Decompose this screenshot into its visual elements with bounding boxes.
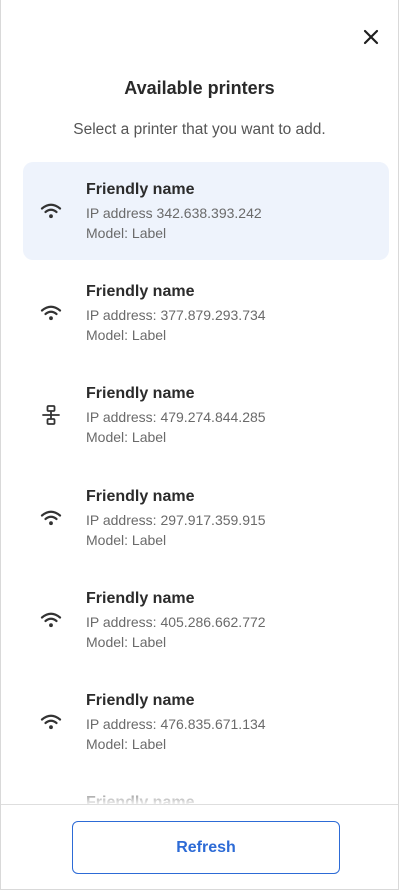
network-icon bbox=[40, 404, 62, 426]
printer-item[interactable]: Friendly name IP address: 479.274.844.28… bbox=[23, 366, 389, 464]
footer-divider bbox=[1, 804, 398, 805]
printer-ip: IP address 342.638.393.242 bbox=[86, 205, 262, 221]
printer-name: Friendly name bbox=[86, 590, 195, 607]
wifi-icon bbox=[40, 507, 62, 529]
printer-name: Friendly name bbox=[86, 283, 195, 300]
printer-model: Model: Label bbox=[86, 532, 167, 548]
available-printers-dialog: Available printers Select a printer that… bbox=[0, 0, 399, 890]
printer-item[interactable]: Friendly name IP address: 405.286.662.77… bbox=[23, 571, 389, 669]
close-icon bbox=[363, 29, 379, 45]
printer-name: Friendly name bbox=[86, 794, 195, 804]
printer-ip: IP address: 377.879.293.734 bbox=[86, 307, 266, 323]
printer-list[interactable]: Friendly name IP address 342.638.393.242… bbox=[1, 162, 398, 804]
printer-model: Model: Label bbox=[86, 634, 167, 650]
printer-item[interactable]: Friendly name bbox=[23, 775, 389, 804]
printer-name: Friendly name bbox=[86, 385, 195, 402]
printer-ip: IP address: 405.286.662.772 bbox=[86, 614, 266, 630]
close-button[interactable] bbox=[360, 26, 382, 48]
printer-name: Friendly name bbox=[86, 692, 195, 709]
printer-item[interactable]: Friendly name IP address: 476.835.671.13… bbox=[23, 673, 389, 771]
printer-name: Friendly name bbox=[86, 181, 195, 198]
printer-ip: IP address: 476.835.671.134 bbox=[86, 716, 266, 732]
printer-model: Model: Label bbox=[86, 327, 167, 343]
printer-item[interactable]: Friendly name IP address: 297.917.359.91… bbox=[23, 469, 389, 567]
wifi-icon bbox=[40, 711, 62, 733]
refresh-button[interactable]: Refresh bbox=[72, 821, 340, 874]
printer-item[interactable]: Friendly name IP address: 377.879.293.73… bbox=[23, 264, 389, 362]
printer-item[interactable]: Friendly name IP address 342.638.393.242… bbox=[23, 162, 389, 260]
wifi-icon bbox=[40, 200, 62, 222]
printer-model: Model: Label bbox=[86, 225, 167, 241]
printer-model: Model: Label bbox=[86, 736, 167, 752]
dialog-subtitle: Select a printer that you want to add. bbox=[73, 121, 326, 138]
printer-name: Friendly name bbox=[86, 488, 195, 505]
printer-model: Model: Label bbox=[86, 429, 167, 445]
wifi-icon bbox=[40, 609, 62, 631]
dialog-title: Available printers bbox=[124, 78, 275, 98]
printer-ip: IP address: 297.917.359.915 bbox=[86, 512, 266, 528]
wifi-icon bbox=[40, 302, 62, 324]
printer-ip: IP address: 479.274.844.285 bbox=[86, 409, 266, 425]
